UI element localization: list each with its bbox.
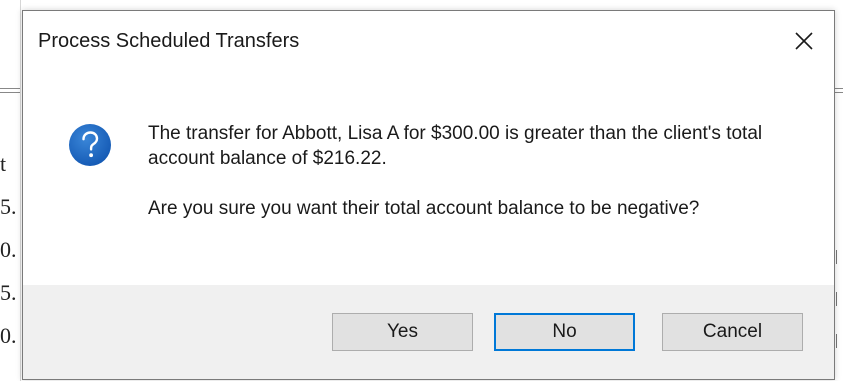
background-cell-edge: [836, 334, 841, 348]
dialog-title: Process Scheduled Transfers: [38, 30, 300, 52]
background-text-fragment: 0.: [0, 323, 17, 348]
background-divider: [0, 88, 20, 93]
background-window-left: t 5. 0. 5. 0.: [0, 0, 21, 381]
background-text-fragment: 5.: [0, 280, 17, 305]
background-cell-edge: [836, 250, 841, 264]
yes-button[interactable]: Yes: [332, 313, 473, 351]
message-question: Are you sure you want their total accoun…: [148, 198, 700, 219]
screen: t 5. 0. 5. 0. Process Scheduled Transfer…: [0, 0, 843, 381]
dialog-message: The transfer for Abbott, Lisa A for $300…: [148, 121, 788, 221]
close-icon: [795, 32, 813, 50]
close-button[interactable]: [786, 23, 822, 59]
background-text-fragment: 5.: [0, 194, 17, 219]
dialog-body: The transfer for Abbott, Lisa A for $300…: [23, 71, 834, 285]
message-dialog: Process Scheduled Transfers The transfer…: [22, 10, 835, 380]
no-button[interactable]: No: [494, 313, 635, 351]
dialog-footer: Yes No Cancel: [23, 285, 834, 379]
background-cell-edge: [836, 292, 841, 306]
message-text: The transfer for Abbott, Lisa A for $300…: [148, 123, 763, 169]
background-text-fragment: t: [0, 151, 7, 176]
cancel-button[interactable]: Cancel: [662, 313, 803, 351]
background-text-fragment: 0.: [0, 237, 17, 262]
dialog-titlebar[interactable]: Process Scheduled Transfers: [23, 11, 834, 71]
question-icon: [69, 124, 111, 166]
